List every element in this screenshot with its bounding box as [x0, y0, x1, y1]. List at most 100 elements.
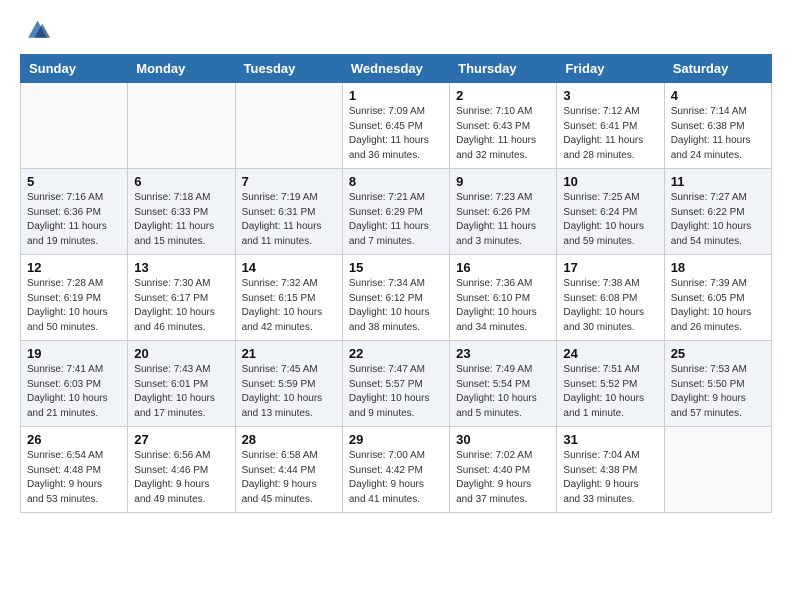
logo [20, 16, 56, 44]
calendar-body: 1 Sunrise: 7:09 AM Sunset: 6:45 PM Daylig… [21, 83, 772, 513]
calendar-week-row: 19Sunrise: 7:41 AM Sunset: 6:03 PM Dayli… [21, 341, 772, 427]
calendar-day-cell [128, 83, 235, 169]
day-number: 26 [27, 432, 121, 447]
day-number: 16 [456, 260, 550, 275]
calendar-week-row: 1 Sunrise: 7:09 AM Sunset: 6:45 PM Daylig… [21, 83, 772, 169]
calendar-day-cell: 6 Sunrise: 7:18 AM Sunset: 6:33 PM Daylig… [128, 169, 235, 255]
day-info: Sunrise: 7:02 AM Sunset: 4:40 PM Dayligh… [456, 449, 550, 507]
calendar-day-cell: 2 Sunrise: 7:10 AM Sunset: 6:43 PM Daylig… [450, 83, 557, 169]
day-info: Sunrise: 6:58 AM Sunset: 4:44 PM Dayligh… [242, 449, 336, 507]
calendar-day-cell: 11 Sunrise: 7:27 AM Sunset: 6:22 PM Dayli… [664, 169, 771, 255]
day-number: 15 [349, 260, 443, 275]
day-info: Sunrise: 7:09 AM Sunset: 6:45 PM Dayligh… [349, 105, 443, 163]
calendar-header-row: SundayMondayTuesdayWednesdayThursdayFrid… [21, 55, 772, 83]
day-number: 17 [563, 260, 657, 275]
calendar-day-cell: 3 Sunrise: 7:12 AM Sunset: 6:41 PM Daylig… [557, 83, 664, 169]
calendar-day-cell: 21 Sunrise: 7:45 AM Sunset: 5:59 PM Dayli… [235, 341, 342, 427]
day-info: Sunrise: 7:21 AM Sunset: 6:29 PM Dayligh… [349, 191, 443, 249]
calendar-day-cell: 7 Sunrise: 7:19 AM Sunset: 6:31 PM Daylig… [235, 169, 342, 255]
day-number: 4 [671, 88, 765, 103]
day-info: Sunrise: 7:16 AM Sunset: 6:36 PM Dayligh… [27, 191, 121, 249]
day-info: Sunrise: 7:30 AM Sunset: 6:17 PM Dayligh… [134, 277, 228, 335]
day-number: 1 [349, 88, 443, 103]
calendar-day-cell [235, 83, 342, 169]
calendar-day-cell: 9 Sunrise: 7:23 AM Sunset: 6:26 PM Daylig… [450, 169, 557, 255]
day-number: 10 [563, 174, 657, 189]
day-number: 6 [134, 174, 228, 189]
day-number: 7 [242, 174, 336, 189]
day-info: Sunrise: 7:45 AM Sunset: 5:59 PM Dayligh… [242, 363, 336, 421]
day-number: 21 [242, 346, 336, 361]
day-info: Sunrise: 7:41 AM Sunset: 6:03 PM Dayligh… [27, 363, 121, 421]
day-info: Sunrise: 7:25 AM Sunset: 6:24 PM Dayligh… [563, 191, 657, 249]
day-info: Sunrise: 7:18 AM Sunset: 6:33 PM Dayligh… [134, 191, 228, 249]
day-number: 20 [134, 346, 228, 361]
day-info: Sunrise: 7:19 AM Sunset: 6:31 PM Dayligh… [242, 191, 336, 249]
calendar-day-cell: 24 Sunrise: 7:51 AM Sunset: 5:52 PM Dayli… [557, 341, 664, 427]
day-info: Sunrise: 7:28 AM Sunset: 6:19 PM Dayligh… [27, 277, 121, 335]
day-of-week-header: Monday [128, 55, 235, 83]
day-of-week-header: Wednesday [342, 55, 449, 83]
day-info: Sunrise: 7:43 AM Sunset: 6:01 PM Dayligh… [134, 363, 228, 421]
calendar-week-row: 5 Sunrise: 7:16 AM Sunset: 6:36 PM Daylig… [21, 169, 772, 255]
day-number: 5 [27, 174, 121, 189]
calendar-day-cell: 27Sunrise: 6:56 AM Sunset: 4:46 PM Dayli… [128, 427, 235, 513]
day-of-week-header: Friday [557, 55, 664, 83]
day-info: Sunrise: 7:32 AM Sunset: 6:15 PM Dayligh… [242, 277, 336, 335]
calendar-day-cell: 5 Sunrise: 7:16 AM Sunset: 6:36 PM Daylig… [21, 169, 128, 255]
day-info: Sunrise: 7:36 AM Sunset: 6:10 PM Dayligh… [456, 277, 550, 335]
day-info: Sunrise: 7:49 AM Sunset: 5:54 PM Dayligh… [456, 363, 550, 421]
day-number: 2 [456, 88, 550, 103]
page-header [20, 16, 772, 44]
calendar-day-cell: 28 Sunrise: 6:58 AM Sunset: 4:44 PM Dayli… [235, 427, 342, 513]
calendar-day-cell: 14 Sunrise: 7:32 AM Sunset: 6:15 PM Dayli… [235, 255, 342, 341]
day-number: 31 [563, 432, 657, 447]
day-number: 13 [134, 260, 228, 275]
day-number: 29 [349, 432, 443, 447]
calendar-day-cell: 12 Sunrise: 7:28 AM Sunset: 6:19 PM Dayli… [21, 255, 128, 341]
calendar-day-cell: 26Sunrise: 6:54 AM Sunset: 4:48 PM Dayli… [21, 427, 128, 513]
day-info: Sunrise: 7:34 AM Sunset: 6:12 PM Dayligh… [349, 277, 443, 335]
calendar-week-row: 26Sunrise: 6:54 AM Sunset: 4:48 PM Dayli… [21, 427, 772, 513]
calendar-table: SundayMondayTuesdayWednesdayThursdayFrid… [20, 54, 772, 513]
day-number: 18 [671, 260, 765, 275]
day-number: 3 [563, 88, 657, 103]
day-number: 12 [27, 260, 121, 275]
day-number: 24 [563, 346, 657, 361]
day-info: Sunrise: 7:10 AM Sunset: 6:43 PM Dayligh… [456, 105, 550, 163]
day-of-week-header: Thursday [450, 55, 557, 83]
calendar-day-cell: 18 Sunrise: 7:39 AM Sunset: 6:05 PM Dayli… [664, 255, 771, 341]
calendar-day-cell [664, 427, 771, 513]
calendar-day-cell: 13 Sunrise: 7:30 AM Sunset: 6:17 PM Dayli… [128, 255, 235, 341]
calendar-day-cell: 4 Sunrise: 7:14 AM Sunset: 6:38 PM Daylig… [664, 83, 771, 169]
day-info: Sunrise: 7:39 AM Sunset: 6:05 PM Dayligh… [671, 277, 765, 335]
calendar-day-cell: 15 Sunrise: 7:34 AM Sunset: 6:12 PM Dayli… [342, 255, 449, 341]
day-number: 8 [349, 174, 443, 189]
calendar-day-cell: 20 Sunrise: 7:43 AM Sunset: 6:01 PM Dayli… [128, 341, 235, 427]
day-number: 14 [242, 260, 336, 275]
day-info: Sunrise: 7:12 AM Sunset: 6:41 PM Dayligh… [563, 105, 657, 163]
day-info: Sunrise: 7:51 AM Sunset: 5:52 PM Dayligh… [563, 363, 657, 421]
calendar-day-cell: 25 Sunrise: 7:53 AM Sunset: 5:50 PM Dayli… [664, 341, 771, 427]
calendar-day-cell: 17Sunrise: 7:38 AM Sunset: 6:08 PM Dayli… [557, 255, 664, 341]
day-number: 23 [456, 346, 550, 361]
day-info: Sunrise: 7:23 AM Sunset: 6:26 PM Dayligh… [456, 191, 550, 249]
day-info: Sunrise: 7:27 AM Sunset: 6:22 PM Dayligh… [671, 191, 765, 249]
day-of-week-header: Saturday [664, 55, 771, 83]
calendar-day-cell: 29Sunrise: 7:00 AM Sunset: 4:42 PM Dayli… [342, 427, 449, 513]
day-info: Sunrise: 7:47 AM Sunset: 5:57 PM Dayligh… [349, 363, 443, 421]
day-info: Sunrise: 7:04 AM Sunset: 4:38 PM Dayligh… [563, 449, 657, 507]
calendar-week-row: 12 Sunrise: 7:28 AM Sunset: 6:19 PM Dayli… [21, 255, 772, 341]
day-info: Sunrise: 6:56 AM Sunset: 4:46 PM Dayligh… [134, 449, 228, 507]
day-number: 28 [242, 432, 336, 447]
day-info: Sunrise: 7:14 AM Sunset: 6:38 PM Dayligh… [671, 105, 765, 163]
day-of-week-header: Sunday [21, 55, 128, 83]
day-info: Sunrise: 7:53 AM Sunset: 5:50 PM Dayligh… [671, 363, 765, 421]
day-number: 9 [456, 174, 550, 189]
day-number: 11 [671, 174, 765, 189]
calendar-day-cell: 8 Sunrise: 7:21 AM Sunset: 6:29 PM Daylig… [342, 169, 449, 255]
calendar-day-cell: 30Sunrise: 7:02 AM Sunset: 4:40 PM Dayli… [450, 427, 557, 513]
day-number: 25 [671, 346, 765, 361]
calendar-day-cell: 10 Sunrise: 7:25 AM Sunset: 6:24 PM Dayli… [557, 169, 664, 255]
calendar-day-cell: 23 Sunrise: 7:49 AM Sunset: 5:54 PM Dayli… [450, 341, 557, 427]
